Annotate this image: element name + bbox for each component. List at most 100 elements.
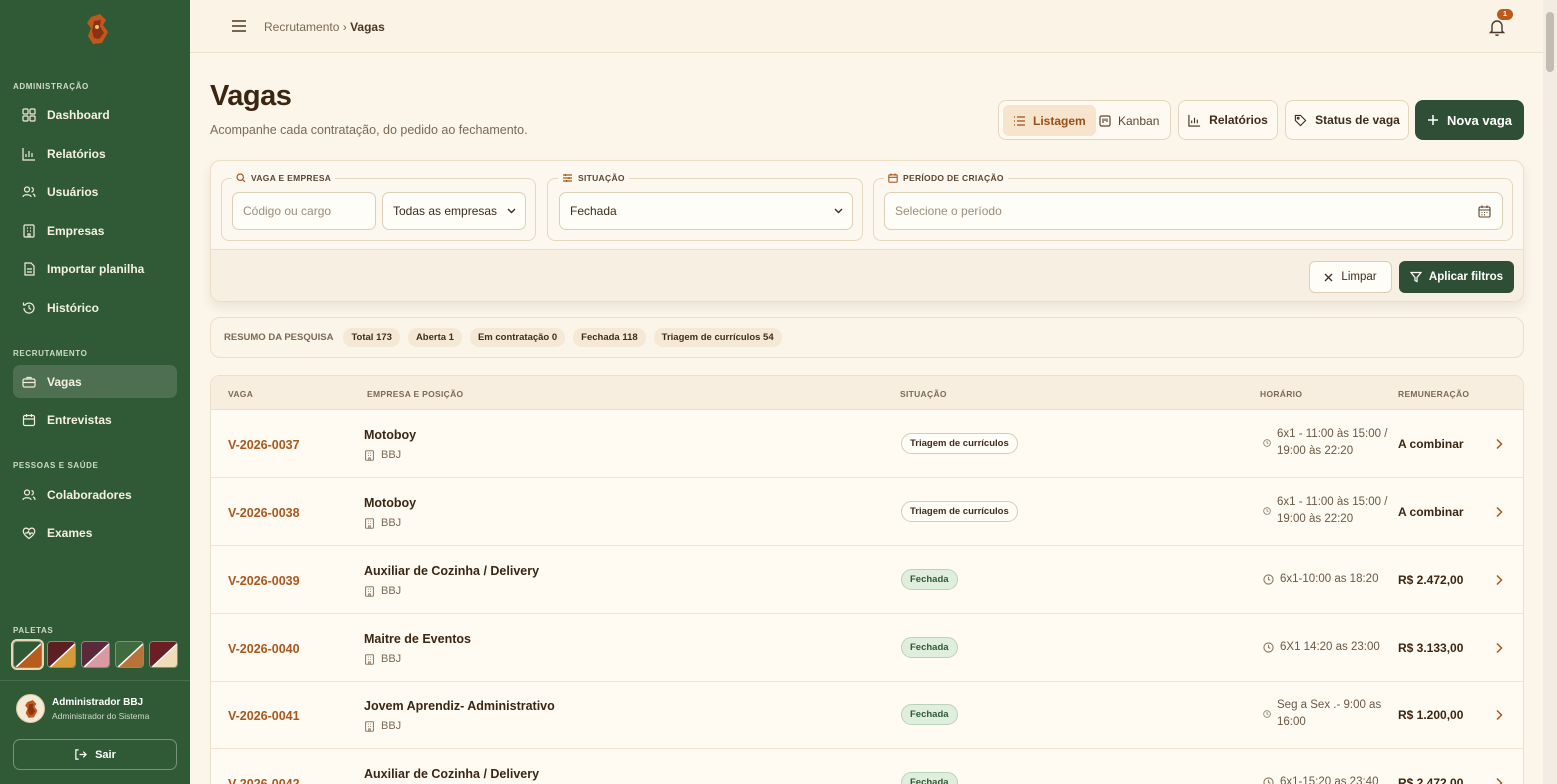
brand-logo-icon[interactable] [82,12,112,46]
filter-icon [1409,271,1422,283]
job-hours-text: 6x1 - 11:00 às 15:00 / 19:00 às 22:20 [1277,496,1388,525]
sidebar-item-vagas[interactable]: Vagas [13,365,177,398]
breadcrumb-separator: › [342,20,347,34]
reports-button[interactable]: Relatórios [1178,100,1278,140]
palette-swatch[interactable] [149,641,178,668]
job-status-label: Status de vaga [1315,113,1400,127]
job-search-input[interactable]: Código ou cargo [232,192,376,230]
job-code[interactable]: V-2026-0038 [228,506,300,520]
job-hours: 6x1 - 11:00 às 15:00 / 19:00 às 22:20 [1263,494,1395,528]
chevron-right-icon[interactable] [1495,709,1503,721]
filter-job-legend: VAGA E EMPRESA [232,173,336,183]
sidebar-item-label: Dashboard [47,107,110,122]
job-hours: 6X1 14:20 as 23:00 [1263,639,1398,656]
sidebar-item-historico[interactable]: Histórico [13,291,177,324]
file-icon [24,261,35,276]
company-select[interactable]: Todas as empresas [382,192,526,230]
sidebar-item-relatorios[interactable]: Relatórios [13,137,177,170]
clock-icon [1263,777,1274,784]
palette-swatch[interactable] [115,641,144,668]
status-badge: Fechada [901,772,958,784]
grid-icon [22,107,36,122]
job-company: BBJ [364,517,401,529]
chevron-right-icon[interactable] [1495,438,1503,450]
filter-status-legend-text: SITUAÇÃO [578,173,625,183]
sliders-icon [563,174,572,182]
sidebar-item-exames[interactable]: Exames [13,516,177,549]
job-code[interactable]: V-2026-0042 [228,777,300,784]
view-list-button[interactable]: Listagem [1003,105,1096,136]
chevron-right-icon[interactable] [1495,574,1503,586]
job-code[interactable]: V-2026-0041 [228,709,300,723]
building-icon [23,223,35,238]
users-icon [22,185,36,197]
table-row[interactable]: V-2026-0042 Auxiliar de Cozinha / Deliver… [211,749,1523,784]
job-hours-text: Seg a Sex .- 9:00 as 16:00 [1277,699,1382,728]
job-hours: 6x1-15:20 as 23:40 [1263,774,1398,784]
table-row[interactable]: V-2026-0040 Maitre de Eventos BBJ Fechada 6X… [211,614,1523,682]
logout-button[interactable]: Sair [13,739,177,770]
palette-swatch[interactable] [81,641,110,668]
period-input[interactable]: Selecione o período [884,192,1503,230]
table-header: VAGA EMPRESA E POSIÇÃO SITUAÇÃO HORÁRIO … [211,376,1523,410]
page-title: Vagas [210,80,292,112]
view-kanban-button[interactable]: Kanban [1089,105,1169,136]
job-company-name: BBJ [381,517,402,529]
chevron-right-icon[interactable] [1495,506,1503,518]
sidebar-item-importar-planilha[interactable]: Importar planilha [13,252,177,285]
kanban-icon [1099,114,1111,127]
sidebar-item-label: Histórico [47,300,100,315]
column-header-remuneracao: REMUNERAÇÃO [1398,389,1470,399]
status-select[interactable]: Fechada [559,192,853,230]
table-row[interactable]: V-2026-0041 Jovem Aprendiz- Administrativ… [211,681,1523,749]
history-icon [22,301,35,314]
job-company: BBJ [364,449,401,461]
table-row[interactable]: V-2026-0039 Auxiliar de Cozinha / Deliver… [211,546,1523,614]
job-code[interactable]: V-2026-0037 [228,438,300,452]
reports-label: Relatórios [1209,113,1268,127]
breadcrumb-parent[interactable]: Recrutamento [264,20,339,34]
scrollbar-track[interactable] [1543,0,1557,784]
company-select-value: Todas as empresas [393,204,498,218]
new-job-button[interactable]: Nova vaga [1415,100,1524,140]
job-role: Motoboy [364,496,417,510]
sidebar-item-colaboradores[interactable]: Colaboradores [13,478,177,511]
palette-swatch[interactable] [47,641,76,668]
sidebar-item-usuarios[interactable]: Usuários [13,175,177,208]
table-row[interactable]: V-2026-0038 Motoboy BBJ Triagem de currícul… [211,478,1523,546]
apply-filters-button[interactable]: Aplicar filtros [1399,261,1514,293]
sidebar-item-dashboard[interactable]: Dashboard [13,98,177,131]
clock-icon [1263,710,1271,718]
building-icon [365,517,374,529]
job-status-button[interactable]: Status de vaga [1285,100,1409,140]
filter-job-legend-text: VAGA E EMPRESA [251,173,332,183]
column-header-vaga: VAGA [228,389,254,399]
avatar [16,694,45,723]
palette-swatch[interactable] [11,639,44,670]
summary-label: RESUMO DA PESQUISA [224,332,334,343]
summary-chip-triagem: Triagem de currículos 54 [653,328,782,347]
heart-pulse-icon [22,527,36,539]
job-code[interactable]: V-2026-0040 [228,642,300,656]
sidebar-item-entrevistas[interactable]: Entrevistas [13,403,177,436]
job-code[interactable]: V-2026-0039 [228,574,300,588]
clear-filters-button[interactable]: Limpar [1309,261,1392,293]
chevron-down-icon [507,208,516,214]
chevron-right-icon[interactable] [1495,642,1503,654]
job-company: BBJ [364,585,401,597]
column-header-empresa: EMPRESA E POSIÇÃO [367,389,464,399]
menu-icon[interactable] [230,17,248,35]
job-hours-text: 6X1 14:20 as 23:00 [1280,641,1380,653]
table-row[interactable]: V-2026-0037 Motoboy BBJ Triagem de currícul… [211,410,1523,478]
job-company: BBJ [364,720,401,732]
sidebar-item-empresas[interactable]: Empresas [13,214,177,247]
column-header-horario: HORÁRIO [1260,389,1303,399]
job-hours: 6x1-10:00 as 18:20 [1263,571,1398,588]
chevron-right-icon[interactable] [1495,777,1503,784]
sidebar-item-label: Usuários [47,184,99,199]
page-subtitle: Acompanhe cada contratação, do pedido ao… [210,123,528,137]
scrollbar-thumb[interactable] [1546,12,1554,72]
calendar-icon[interactable] [1478,205,1491,218]
summary-chip-aberta: Aberta 1 [407,328,462,347]
logout-icon [75,749,88,760]
